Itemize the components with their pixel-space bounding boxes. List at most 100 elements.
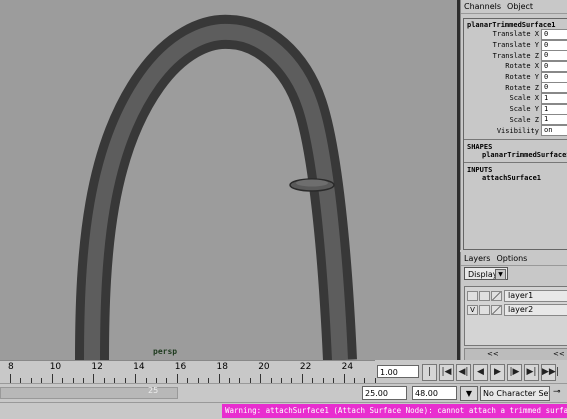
- attribute-value-field[interactable]: 0: [541, 60, 567, 72]
- step-forward-frame-icon[interactable]: |▶: [507, 363, 522, 381]
- layer-list: layer1 V layer2: [464, 286, 567, 346]
- attribute-row[interactable]: Translate Z0: [464, 50, 567, 62]
- time-tick: [135, 374, 137, 383]
- shapes-header: SHAPES: [467, 142, 493, 151]
- channel-box-panel: planarTrimmedSurface1 Translate X 0 Transl…: [463, 18, 567, 250]
- attribute-value-field[interactable]: 0: [541, 71, 567, 83]
- time-tick: [93, 374, 95, 383]
- attribute-value-field[interactable]: 0: [541, 39, 567, 51]
- time-tick-label: 12: [91, 362, 103, 372]
- attribute-row[interactable]: Scale Y1: [464, 103, 567, 115]
- playback-controls: |◀◀ |◀ ◀| ◀ ▶ |▶ ▶| ▶▶|: [422, 362, 567, 392]
- scroll-left-arrows[interactable]: <<: [553, 349, 565, 360]
- time-tick-label: 18: [216, 362, 228, 372]
- visibility-toggle[interactable]: [467, 291, 478, 301]
- attribute-name[interactable]: Scale X: [464, 94, 541, 102]
- display-type-toggle[interactable]: [479, 305, 490, 315]
- attach-ring-top: [296, 179, 328, 187]
- time-tick: [10, 374, 11, 383]
- time-tick: [343, 374, 345, 383]
- time-tick-label: 16: [174, 362, 187, 372]
- chevron-down-icon[interactable]: ▼: [495, 269, 506, 280]
- inputs-header: INPUTS: [467, 165, 493, 174]
- camera-label: persp: [153, 347, 178, 356]
- divider: [464, 138, 567, 140]
- go-to-start-icon[interactable]: |◀◀: [422, 363, 437, 392]
- attribute-value-field[interactable]: 0: [541, 50, 567, 62]
- channel-box: Channels Object planarTrimmedSurface1 Tr…: [460, 0, 567, 250]
- start-time-field[interactable]: 25.00: [362, 386, 407, 400]
- time-tick: [218, 374, 220, 383]
- attribute-name[interactable]: Visibility: [464, 127, 541, 135]
- visibility-toggle[interactable]: V: [467, 305, 478, 315]
- attribute-value-field[interactable]: 1: [541, 103, 567, 115]
- attribute-row[interactable]: Rotate X0: [464, 60, 567, 72]
- attribute-name[interactable]: Scale Z: [464, 116, 541, 124]
- attribute-value-field[interactable]: on: [541, 125, 567, 137]
- time-slider[interactable]: 8 10 12 14 16 18 20 22 24: [0, 360, 376, 383]
- character-set-field[interactable]: No Character Set: [480, 386, 550, 401]
- channel-box-menubar: Channels Object: [461, 0, 567, 14]
- layer-name[interactable]: layer2: [504, 304, 567, 316]
- attribute-row[interactable]: Translate X0: [464, 28, 567, 40]
- time-tick-label: 24: [341, 362, 354, 372]
- attribute-name[interactable]: Scale Y: [464, 105, 541, 113]
- time-tick-label: 10: [49, 362, 62, 372]
- attribute-name[interactable]: Rotate X: [464, 62, 541, 70]
- attribute-row[interactable]: Rotate Y0: [464, 71, 567, 83]
- scroll-left-arrows[interactable]: <<: [487, 349, 499, 360]
- color-swatch[interactable]: [491, 291, 502, 301]
- command-result-warning: Warning: attachSurface1 (Attach Surface …: [222, 404, 567, 418]
- command-input[interactable]: [0, 405, 220, 417]
- attribute-name[interactable]: Rotate Y: [464, 73, 541, 81]
- time-tick: [176, 374, 178, 383]
- go-to-end-icon[interactable]: ▶▶|: [541, 363, 559, 381]
- attribute-name[interactable]: Rotate Z: [464, 84, 541, 92]
- attribute-row[interactable]: Translate Y0: [464, 39, 567, 51]
- color-swatch[interactable]: [491, 305, 502, 315]
- shape-node[interactable]: planarTrimmedSurfaceShape1: [464, 151, 567, 159]
- attribute-value-field[interactable]: 0: [541, 28, 567, 40]
- auto-key-icon[interactable]: ⊸: [553, 387, 567, 400]
- attribute-name[interactable]: Translate Z: [464, 52, 541, 60]
- menu-channels[interactable]: Channels: [464, 0, 501, 13]
- time-tick-label: 22: [299, 362, 312, 372]
- play-forward-icon[interactable]: ▶: [490, 363, 505, 381]
- layer-editor-menubar: Layers Options: [461, 252, 567, 266]
- chevron-down-icon[interactable]: ▼: [460, 386, 478, 401]
- attribute-row[interactable]: Rotate Z0: [464, 82, 567, 94]
- attribute-value-field[interactable]: 0: [541, 82, 567, 94]
- time-tick-label: 14: [133, 362, 145, 372]
- attribute-row[interactable]: Scale Z1: [464, 114, 567, 126]
- time-tick: [260, 374, 262, 383]
- step-back-frame-icon[interactable]: ◀|: [456, 363, 471, 381]
- layer-editor: Layers Options Display ▼ layer1 V layer2…: [460, 252, 567, 360]
- input-node[interactable]: attachSurface1: [464, 174, 567, 182]
- range-slider-row: 25 25.00 48.00 ▼ No Character Set ⊸: [0, 383, 567, 403]
- menu-object[interactable]: Object: [507, 0, 533, 13]
- layer-row[interactable]: layer1: [467, 290, 567, 302]
- attribute-row[interactable]: Visibility on: [464, 125, 567, 137]
- attribute-name[interactable]: Translate X: [464, 30, 541, 38]
- object-name[interactable]: planarTrimmedSurface1: [464, 19, 567, 29]
- perspective-viewport[interactable]: persp: [0, 0, 457, 360]
- attribute-row[interactable]: Scale X1: [464, 92, 567, 104]
- time-tick: [51, 374, 53, 383]
- step-back-key-icon[interactable]: |◀: [439, 363, 454, 381]
- play-backward-icon[interactable]: ◀: [473, 363, 488, 381]
- attribute-name[interactable]: Translate Y: [464, 41, 541, 49]
- display-type-toggle[interactable]: [479, 291, 490, 301]
- current-frame-field[interactable]: 1.00: [377, 365, 419, 378]
- menu-layers[interactable]: Layers: [464, 252, 490, 265]
- attribute-value-field[interactable]: 1: [541, 92, 567, 104]
- layer-name[interactable]: layer1: [504, 290, 567, 302]
- attribute-value-field[interactable]: 1: [541, 114, 567, 126]
- end-time-field[interactable]: 48.00: [412, 386, 457, 400]
- step-forward-key-icon[interactable]: ▶|: [524, 363, 539, 381]
- layer-scrollbar[interactable]: << <<: [464, 348, 567, 360]
- display-dropdown[interactable]: Display ▼: [464, 267, 508, 280]
- menu-options[interactable]: Options: [496, 252, 527, 265]
- range-end-label: 25: [148, 386, 159, 395]
- layer-row[interactable]: V layer2: [467, 304, 567, 316]
- command-line-row: Warning: attachSurface1 (Attach Surface …: [0, 402, 567, 419]
